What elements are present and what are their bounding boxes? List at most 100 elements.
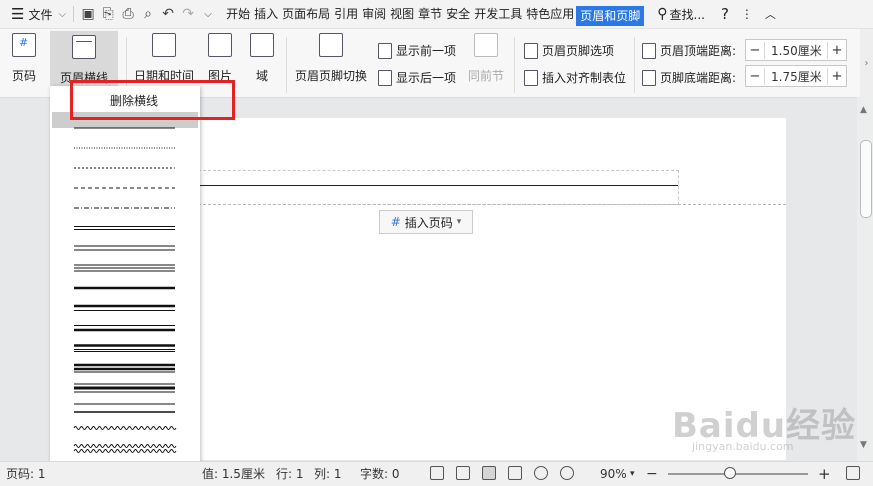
status-col: 列: 1 xyxy=(314,467,342,481)
line-style-option-thick-triple[interactable] xyxy=(74,363,175,373)
line-style-option-triple[interactable] xyxy=(74,264,175,272)
watermark-url: jingyan.baidu.com xyxy=(692,440,794,453)
zoom-out-icon[interactable]: − xyxy=(646,462,658,486)
line-style-option-wave[interactable] xyxy=(73,426,177,430)
outline-view-icon[interactable] xyxy=(508,466,522,480)
insert-align-tab-label: 插入对齐制表位 xyxy=(542,71,627,85)
print-preview-icon[interactable]: ⌕ xyxy=(138,0,158,28)
page-number-button[interactable]: # 页码 xyxy=(8,33,40,84)
file-menu[interactable]: ☰ 文件 ⌵ xyxy=(0,0,69,28)
header-top-distance-label: 页眉顶端距离: xyxy=(642,42,736,59)
show-previous-button[interactable]: 显示前一项 xyxy=(378,42,456,59)
increment-button[interactable]: + xyxy=(828,43,846,58)
status-bar: 页码: 1 值: 1.5厘米 行: 1 列: 1 字数: 0 90% ▾ − + xyxy=(0,461,873,486)
line-style-option-thick-thin[interactable] xyxy=(74,304,175,311)
zoom-slider-thumb[interactable] xyxy=(724,467,736,479)
header-rule-icon xyxy=(72,35,96,59)
line-style-option-double-spaced[interactable] xyxy=(74,403,175,413)
status-row: 行: 1 xyxy=(276,467,304,481)
status-chars[interactable]: 字数: 0 xyxy=(360,462,400,486)
search-icon: ⚲ xyxy=(657,6,668,22)
watermark-logo: Baidu经验 jingyan.baidu.com xyxy=(672,398,856,453)
line-style-option-double[interactable] xyxy=(74,245,175,251)
file-menu-label: 文件 xyxy=(28,7,53,22)
web-view-icon[interactable] xyxy=(534,466,548,480)
zoom-slider[interactable] xyxy=(668,473,808,475)
header-footer-options-button[interactable]: 页眉页脚选项 xyxy=(524,42,614,59)
insert-align-tab-button[interactable]: 插入对齐制表位 xyxy=(524,69,626,86)
menu-bar: ☰ 文件 ⌵ ▣ ⎘ ⎙ ⌕ ↶ ↷ ⌵ 开始 插入 页面布局 引用 审阅 视图… xyxy=(0,0,873,29)
header-distance-icon xyxy=(642,42,656,59)
switch-header-footer-button[interactable]: 页眉页脚切换 xyxy=(293,33,369,84)
tab-insert[interactable]: 插入 xyxy=(252,0,280,28)
footer-bottom-distance-spinner[interactable]: − 1.75厘米 + xyxy=(745,65,847,87)
zoom-level[interactable]: 90% xyxy=(600,462,627,486)
more-chevron-icon[interactable]: ⌵ xyxy=(198,0,218,28)
fullscreen-icon[interactable] xyxy=(430,466,444,480)
help-icon[interactable]: ? xyxy=(718,0,732,28)
read-mode-icon[interactable] xyxy=(456,466,470,480)
show-next-button[interactable]: 显示后一项 xyxy=(378,69,456,86)
date-time-button[interactable]: 日期和时间 xyxy=(134,33,194,84)
header-top-distance-spinner[interactable]: − 1.50厘米 + xyxy=(745,39,847,61)
line-style-option-thin-thick[interactable] xyxy=(74,325,175,332)
align-tab-icon xyxy=(524,69,538,86)
picture-icon xyxy=(208,33,232,57)
line-style-option-thick-double[interactable] xyxy=(74,344,175,352)
fit-window-icon[interactable] xyxy=(846,466,860,480)
tab-view[interactable]: 视图 xyxy=(388,0,416,28)
eye-protection-icon[interactable] xyxy=(560,466,574,480)
tab-review[interactable]: 审阅 xyxy=(360,0,388,28)
footer-bottom-label: 页脚底端距离: xyxy=(660,71,737,85)
same-as-previous-icon xyxy=(474,33,498,57)
page-number-icon: # xyxy=(390,215,401,229)
scroll-up-icon[interactable]: ▲ xyxy=(860,105,867,115)
calendar-icon xyxy=(152,33,176,57)
tab-page-layout[interactable]: 页面布局 xyxy=(280,0,332,28)
insert-page-number-label: 插入页码 xyxy=(404,215,453,230)
search-label: 查找... xyxy=(669,7,705,22)
line-style-option-thin-thick-thin[interactable] xyxy=(74,383,175,393)
same-as-previous-button[interactable]: 同前节 xyxy=(466,33,506,84)
page-number-label: 页码 xyxy=(11,69,36,83)
tab-home[interactable]: 开始 xyxy=(224,0,252,28)
separator xyxy=(514,37,515,93)
collapse-ribbon-icon[interactable]: ︿ xyxy=(762,0,779,28)
field-button[interactable]: 域 xyxy=(248,33,276,84)
tab-header-footer[interactable]: 页眉和页脚 xyxy=(576,6,645,26)
field-label: 域 xyxy=(255,69,268,83)
scroll-down-icon[interactable]: ▼ xyxy=(860,440,867,450)
line-style-option-double-wave[interactable] xyxy=(73,444,177,453)
save-icon[interactable]: ▣ xyxy=(78,0,98,28)
print-icon[interactable]: ⎙ xyxy=(118,0,138,28)
footer-bottom-value[interactable]: 1.75厘米 xyxy=(764,67,828,85)
tab-security[interactable]: 安全 xyxy=(444,0,472,28)
search-button[interactable]: ⚲ 查找... xyxy=(654,0,708,28)
insert-page-number-button[interactable]: # 插入页码 ▾ xyxy=(379,210,473,234)
line-style-option-double-thin[interactable] xyxy=(74,226,175,230)
tab-references[interactable]: 引用 xyxy=(332,0,360,28)
format-painter-icon[interactable]: ⎘ xyxy=(98,0,118,28)
decrement-button[interactable]: − xyxy=(746,43,764,58)
tab-section[interactable]: 章节 xyxy=(416,0,444,28)
field-icon xyxy=(250,33,274,57)
scrollbar-thumb[interactable] xyxy=(860,140,872,218)
header-area[interactable] xyxy=(198,170,679,205)
ribbon-scroll-right-icon[interactable]: › xyxy=(860,29,873,97)
header-top-value[interactable]: 1.50厘米 xyxy=(764,41,828,59)
increment-button[interactable]: + xyxy=(828,69,846,84)
tab-developer[interactable]: 开发工具 xyxy=(472,0,524,28)
status-setting-value: 值: 1.5厘米 xyxy=(202,467,265,481)
undo-icon[interactable]: ↶ xyxy=(158,0,178,28)
zoom-in-icon[interactable]: + xyxy=(818,462,831,486)
page-view-icon[interactable] xyxy=(482,466,496,480)
redo-icon[interactable]: ↷ xyxy=(178,0,198,28)
tab-special-apps[interactable]: 特色应用 xyxy=(524,0,576,28)
picture-button[interactable]: 图片 xyxy=(202,33,238,84)
more-options-icon[interactable]: ⋮ xyxy=(738,0,756,28)
decrement-button[interactable]: − xyxy=(746,69,764,84)
hamburger-icon: ☰ xyxy=(11,5,25,23)
chevron-down-icon[interactable]: ▾ xyxy=(630,462,635,486)
status-page[interactable]: 页码: 1 xyxy=(6,462,46,486)
header-rule-line xyxy=(198,185,678,186)
